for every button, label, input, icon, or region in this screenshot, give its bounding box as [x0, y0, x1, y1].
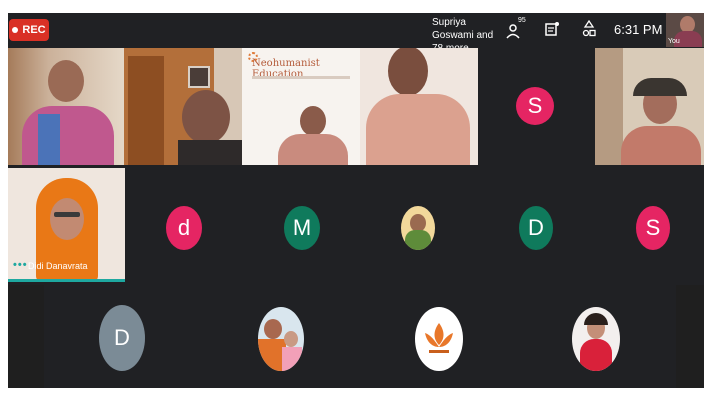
participant-logo-avatar[interactable]	[415, 307, 463, 371]
meeting-stage: REC Supriya Goswami and 78 more 95 6:31 …	[0, 0, 704, 394]
participant-face	[388, 48, 428, 96]
participant-avatar-d1[interactable]: d	[166, 206, 202, 250]
empty-tile-right	[676, 285, 704, 388]
bottom-margin	[0, 388, 704, 394]
top-margin	[0, 0, 704, 13]
chat-icon[interactable]	[545, 22, 559, 38]
recording-label: REC	[22, 24, 46, 36]
people-icon[interactable]	[506, 22, 528, 40]
participant-photo-avatar-1[interactable]	[401, 206, 435, 250]
participant-avatar-s2[interactable]: S	[636, 206, 670, 250]
participant-face	[48, 60, 84, 102]
participant-photo-avatar-2[interactable]	[258, 307, 304, 371]
participant-tile-2[interactable]	[124, 48, 242, 165]
participant-photo-avatar-3[interactable]	[572, 307, 620, 371]
speaker-face	[50, 198, 84, 240]
recording-dot-icon	[12, 27, 19, 33]
clock: 6:31 PM	[614, 22, 663, 37]
participant-avatar-m[interactable]: M	[284, 206, 320, 250]
left-margin	[0, 0, 8, 394]
slide-logo-icon	[248, 52, 258, 62]
self-view-label: You	[668, 38, 680, 45]
empty-tile-left	[8, 285, 44, 388]
speaking-indicator-icon: •••	[13, 259, 28, 271]
participant-body	[22, 106, 114, 165]
participant-tile-6[interactable]	[595, 48, 704, 165]
participant-avatar-d3[interactable]: D	[99, 305, 145, 371]
participant-body	[366, 94, 470, 165]
presenter-face	[300, 106, 326, 136]
participant-count: 95	[518, 17, 526, 24]
speaker-glasses	[54, 212, 80, 217]
lotus-logo-icon	[425, 323, 453, 353]
activities-icon[interactable]	[582, 20, 596, 38]
presenter-body	[278, 134, 348, 165]
participant-avatar-s1[interactable]: S	[516, 87, 554, 125]
participant-face	[182, 90, 230, 144]
participant-avatar-d2[interactable]: D	[519, 206, 553, 250]
recording-badge: REC	[9, 19, 49, 41]
active-speaker-tile[interactable]: ••• Didi Danavrata	[8, 168, 125, 282]
self-view-tile[interactable]: You	[666, 13, 704, 47]
participant-tile-1[interactable]	[8, 48, 124, 165]
presentation-tile[interactable]: Neohumanist Education	[242, 48, 360, 165]
participant-body	[178, 140, 242, 165]
participant-body	[621, 126, 701, 165]
participant-name-label: Didi Danavrata	[28, 261, 88, 271]
participant-tile-4[interactable]	[360, 48, 478, 165]
